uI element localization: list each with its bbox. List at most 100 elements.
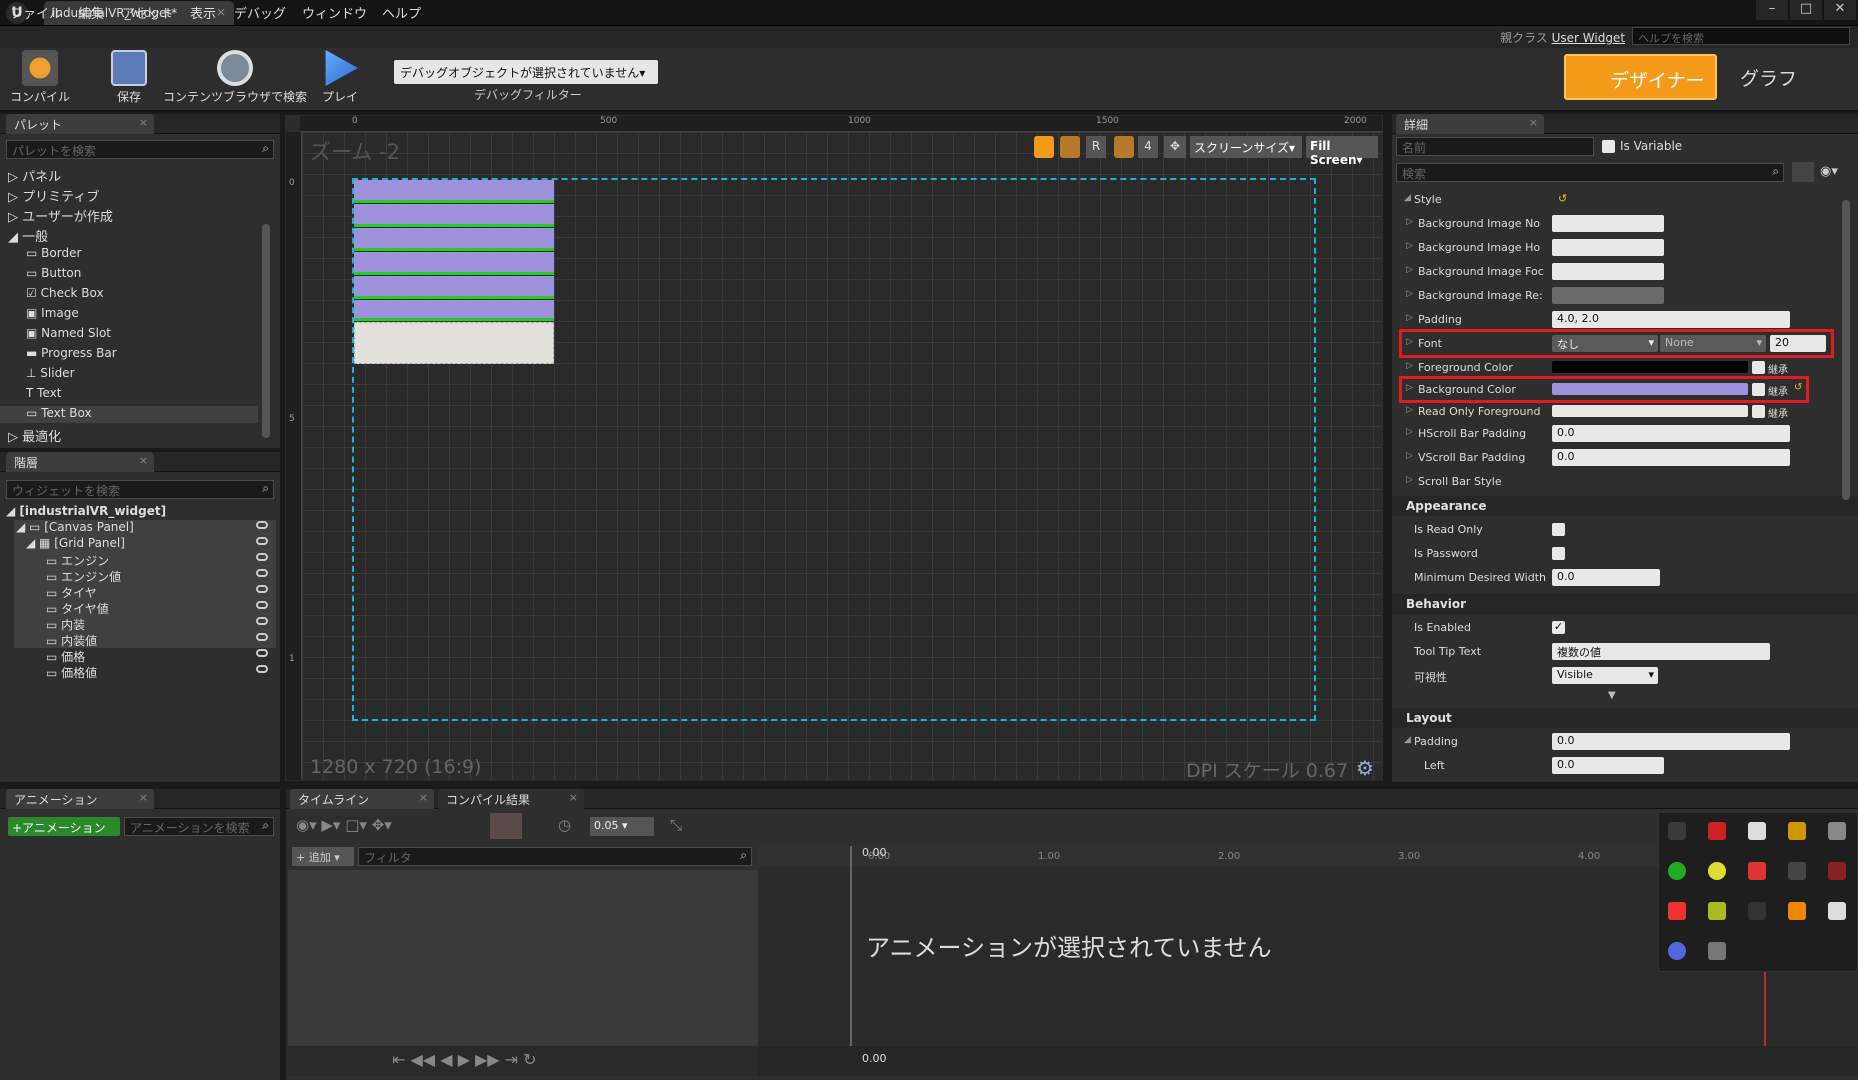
vscroll-padding-value[interactable]: 0.0 bbox=[1552, 449, 1790, 466]
view-options-icon[interactable]: ◉▾ ▶▾ □▾ ✥▾ bbox=[296, 816, 392, 834]
visibility-eye-icon[interactable] bbox=[256, 601, 268, 609]
track-filter-input[interactable]: フィルタ ⌕ bbox=[358, 847, 752, 866]
widget-row[interactable] bbox=[354, 204, 554, 224]
add-animation-button[interactable]: +アニメーション bbox=[8, 817, 120, 836]
bg-image-hovered-swatch[interactable] bbox=[1552, 239, 1664, 256]
visibility-eye-icon[interactable] bbox=[256, 569, 268, 577]
close-icon[interactable]: × bbox=[139, 791, 148, 804]
menu-file[interactable]: ファイル bbox=[10, 3, 62, 22]
palette-tab[interactable]: パレット × bbox=[6, 114, 154, 134]
layout-left-value[interactable]: 0.0 bbox=[1552, 757, 1664, 774]
snap-interval-dropdown[interactable]: 0.05 ▾ bbox=[590, 817, 654, 836]
close-icon[interactable]: × bbox=[139, 116, 148, 129]
palette-search-input[interactable]: パレットを検索 ⌕ bbox=[6, 140, 274, 159]
is-password-checkbox[interactable] bbox=[1552, 547, 1565, 560]
close-tab-icon[interactable]: × bbox=[216, 5, 226, 19]
debug-object-dropdown[interactable]: デバッグオブジェクトが選択されていません▾ bbox=[394, 60, 658, 84]
visibility-eye-icon[interactable] bbox=[256, 633, 268, 641]
close-icon[interactable]: × bbox=[419, 791, 428, 804]
hierarchy-item[interactable]: ▭ エンジン値 bbox=[46, 568, 276, 584]
palette-widget-border[interactable]: ▭ Border bbox=[0, 246, 266, 263]
property-matrix-icon[interactable] bbox=[1792, 162, 1814, 182]
key-icon[interactable] bbox=[490, 813, 522, 839]
foreground-inherit-checkbox[interactable] bbox=[1752, 361, 1765, 374]
bg-image-focused-swatch[interactable] bbox=[1552, 263, 1664, 280]
is-variable-checkbox[interactable] bbox=[1602, 140, 1615, 153]
palette-widget-slider[interactable]: ⊥ Slider bbox=[0, 366, 266, 383]
hierarchy-item[interactable]: ▭ 内装値 bbox=[46, 632, 276, 648]
tooltip-text-value[interactable]: 複数の値 bbox=[1552, 643, 1770, 660]
bg-image-readonly-swatch[interactable] bbox=[1552, 287, 1664, 304]
visibility-eye-icon[interactable] bbox=[256, 585, 268, 593]
hierarchy-item[interactable]: ▭ エンジン bbox=[46, 552, 276, 568]
grid-size-button[interactable]: 4 bbox=[1138, 136, 1158, 158]
visibility-dropdown[interactable]: Visible ▾ bbox=[1552, 667, 1658, 684]
animation-search-input[interactable]: アニメーションを検索 ⌕ bbox=[124, 817, 274, 836]
close-window-button[interactable]: ✕ bbox=[1824, 0, 1856, 20]
save-button[interactable]: 保存 bbox=[108, 50, 150, 108]
grid-snap-icon[interactable] bbox=[1114, 136, 1134, 158]
play-button[interactable]: プレイ bbox=[316, 50, 364, 108]
maximize-button[interactable]: □ bbox=[1790, 0, 1822, 20]
palette-category-common[interactable]: ◢ 一般 bbox=[8, 226, 48, 245]
widget-row[interactable] bbox=[354, 252, 554, 272]
hierarchy-item[interactable]: ▭ 内装 bbox=[46, 616, 276, 632]
tray-app-icon[interactable] bbox=[1668, 902, 1686, 920]
playback-controls[interactable]: ⇤ ◀◀ ◀ ▶ ▶▶ ⇥ ↻ bbox=[288, 1046, 758, 1076]
menu-asset[interactable]: アセット bbox=[122, 3, 174, 22]
tray-app-icon[interactable] bbox=[1828, 862, 1846, 880]
behavior-section[interactable]: Behavior bbox=[1392, 594, 1858, 614]
cloud-icon[interactable] bbox=[1828, 822, 1846, 840]
compile-button[interactable]: コンパイル bbox=[6, 50, 74, 108]
is-password-row[interactable]: Is Password bbox=[1392, 544, 1858, 564]
hierarchy-item[interactable]: ▭ 価格値 bbox=[46, 664, 276, 680]
palette-category-user[interactable]: ▷ ユーザーが作成 bbox=[8, 206, 113, 225]
palette-widget-button[interactable]: ▭ Button bbox=[0, 266, 266, 283]
hierarchy-item[interactable]: ▭ 価格 bbox=[46, 648, 276, 664]
close-icon[interactable]: × bbox=[139, 454, 148, 467]
tray-app-icon[interactable] bbox=[1748, 902, 1766, 920]
hierarchy-canvas-panel[interactable]: ◢ ▭ [Canvas Panel] bbox=[16, 520, 276, 536]
palette-widget-image[interactable]: ▣ Image bbox=[0, 306, 266, 323]
close-icon[interactable]: × bbox=[1529, 116, 1538, 129]
browse-button[interactable]: コンテンツブラウザで検索 bbox=[160, 50, 310, 108]
grid-panel-empty-slot[interactable] bbox=[354, 322, 554, 364]
is-readonly-row[interactable]: Is Read Only bbox=[1392, 520, 1858, 540]
palette-category-optimize[interactable]: ▷ 最適化 bbox=[8, 426, 61, 445]
timeline-tab[interactable]: タイムライン × bbox=[290, 789, 434, 809]
palette-widget-checkbox[interactable]: ☑ Check Box bbox=[0, 286, 266, 303]
visibility-eye-icon[interactable] bbox=[256, 537, 268, 545]
is-readonly-checkbox[interactable] bbox=[1552, 523, 1565, 536]
move-icon[interactable]: ✥ bbox=[1164, 136, 1186, 158]
readonly-inherit-checkbox[interactable] bbox=[1752, 405, 1765, 418]
menu-edit[interactable]: 編集 bbox=[78, 3, 104, 22]
tray-app-icon[interactable] bbox=[1788, 822, 1806, 840]
hierarchy-grid-panel[interactable]: ◢ ▦ [Grid Panel] bbox=[26, 536, 276, 552]
tray-app-icon[interactable] bbox=[1708, 862, 1726, 880]
graph-mode-button[interactable]: グラフ bbox=[1740, 64, 1797, 91]
render-toggle-icon[interactable] bbox=[1060, 136, 1080, 158]
is-enabled-checkbox[interactable]: ✓ bbox=[1552, 621, 1565, 634]
scrollbar-style-row[interactable]: ▷ Scroll Bar Style bbox=[1392, 472, 1858, 492]
menu-window[interactable]: ウィンドウ bbox=[302, 3, 367, 22]
widget-row[interactable] bbox=[354, 228, 554, 248]
widget-row[interactable] bbox=[354, 300, 554, 320]
visibility-eye-icon[interactable] bbox=[256, 617, 268, 625]
hierarchy-root[interactable]: ◢ [industrialVR_widget] bbox=[6, 504, 166, 520]
animation-tab[interactable]: アニメーション × bbox=[6, 789, 154, 809]
eye-filter-icon[interactable]: ◉▾ bbox=[1820, 164, 1838, 179]
foreground-color-swatch[interactable] bbox=[1552, 361, 1748, 373]
palette-category-panel[interactable]: ▷ パネル bbox=[8, 166, 61, 185]
details-tab[interactable]: 詳細 × bbox=[1396, 114, 1544, 134]
bg-image-normal-swatch[interactable] bbox=[1552, 215, 1664, 232]
compile-results-tab[interactable]: コンパイル結果 × bbox=[438, 789, 584, 809]
widget-name-input[interactable]: 名前 bbox=[1396, 137, 1594, 156]
visibility-eye-icon[interactable] bbox=[256, 649, 268, 657]
parent-class-link[interactable]: User Widget bbox=[1552, 31, 1625, 45]
tray-app-icon[interactable] bbox=[1788, 902, 1806, 920]
menu-view[interactable]: 表示 bbox=[190, 3, 216, 22]
layout-section[interactable]: Layout bbox=[1392, 708, 1858, 728]
visibility-eye-icon[interactable] bbox=[256, 553, 268, 561]
respect-locks-button[interactable]: R bbox=[1086, 136, 1106, 158]
tray-app-icon[interactable] bbox=[1788, 862, 1806, 880]
